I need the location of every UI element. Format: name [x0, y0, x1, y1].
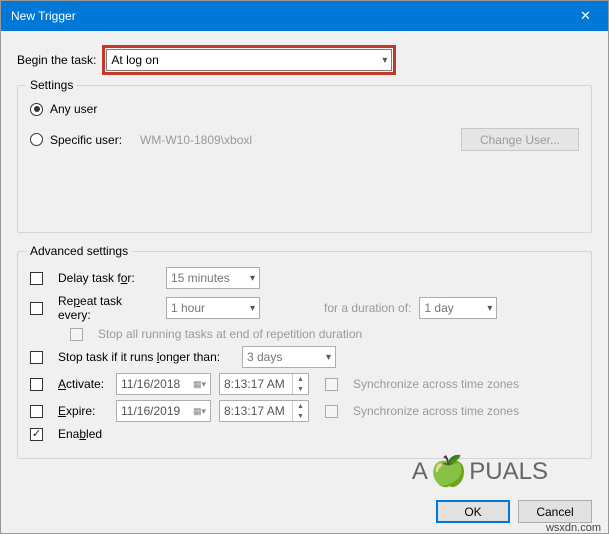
chevron-down-icon: ▾ [382, 55, 387, 66]
close-button[interactable]: ✕ [563, 1, 608, 31]
duration-label: for a duration of: [324, 301, 411, 315]
spinner-arrows[interactable]: ▲▼ [292, 374, 308, 394]
calendar-icon: ▦▾ [193, 406, 206, 417]
delay-value: 15 minutes [171, 271, 230, 285]
settings-group: Settings Any user Specific user: WM-W10-… [17, 85, 592, 233]
expire-checkbox[interactable] [30, 405, 43, 418]
expire-time: 8:13:17 AM [224, 404, 285, 418]
dialog-body: Begin the task: At log on ▾ Settings Any… [1, 31, 608, 459]
calendar-icon: ▦▾ [193, 379, 206, 390]
duration-combo: 1 day ▾ [419, 297, 497, 319]
repeat-checkbox[interactable] [30, 302, 43, 315]
cancel-button[interactable]: Cancel [518, 500, 592, 523]
begin-task-row: Begin the task: At log on ▾ [17, 45, 592, 75]
chevron-down-icon: ▾ [326, 352, 331, 363]
down-icon: ▼ [293, 411, 308, 421]
begin-task-label: Begin the task: [17, 53, 96, 67]
stop-longer-combo[interactable]: 3 days ▾ [242, 346, 336, 368]
any-user-label: Any user [50, 102, 97, 116]
stop-longer-checkbox[interactable] [30, 351, 43, 364]
delay-label: Delay task for: [58, 271, 158, 285]
expire-date: 11/16/2019 [121, 404, 180, 418]
specific-user-value: WM-W10-1809\xboxl [140, 133, 461, 147]
activate-row: Activate: 11/16/2018 ▦▾ 8:13:17 AM ▲▼ Sy… [30, 373, 579, 395]
any-user-row[interactable]: Any user [30, 102, 579, 116]
spinner-arrows[interactable]: ▲▼ [292, 401, 308, 421]
site-credit: wsxdn.com [546, 522, 601, 534]
ok-button[interactable]: OK [436, 500, 510, 523]
repeat-label: Repeat task every: [58, 294, 158, 322]
enabled-checkbox[interactable] [30, 428, 43, 441]
dialog-footer: OK Cancel [436, 500, 592, 523]
specific-user-row: Specific user: WM-W10-1809\xboxl Change … [30, 128, 579, 151]
stop-repetition-label: Stop all running tasks at end of repetit… [98, 327, 362, 341]
stop-longer-value: 3 days [247, 350, 282, 364]
expire-time-spinner[interactable]: 8:13:17 AM ▲▼ [219, 400, 309, 422]
activate-sync-checkbox [325, 378, 338, 391]
chevron-down-icon: ▾ [250, 273, 255, 284]
delay-row: Delay task for: 15 minutes ▾ [30, 267, 579, 289]
down-icon: ▼ [293, 384, 308, 394]
up-icon: ▲ [293, 374, 308, 384]
any-user-radio[interactable] [30, 103, 43, 116]
activate-date: 11/16/2018 [121, 377, 180, 391]
advanced-title: Advanced settings [26, 244, 132, 258]
stop-repetition-row: Stop all running tasks at end of repetit… [30, 327, 579, 341]
expire-sync-label: Synchronize across time zones [353, 404, 519, 418]
activate-label: Activate: [58, 377, 108, 391]
delay-combo[interactable]: 15 minutes ▾ [166, 267, 260, 289]
advanced-group: Advanced settings Delay task for: 15 min… [17, 251, 592, 459]
specific-user-label: Specific user: [50, 133, 136, 147]
dialog-window: New Trigger ✕ Begin the task: At log on … [0, 0, 609, 534]
begin-task-combo[interactable]: At log on ▾ [106, 49, 392, 71]
close-icon: ✕ [580, 8, 591, 24]
repeat-row: Repeat task every: 1 hour ▾ for a durati… [30, 294, 579, 322]
watermark-leaf-icon: 🍏 [430, 454, 467, 489]
expire-label: Expire: [58, 404, 108, 418]
activate-date-picker[interactable]: 11/16/2018 ▦▾ [116, 373, 211, 395]
activate-sync-label: Synchronize across time zones [353, 377, 519, 391]
stop-longer-row: Stop task if it runs longer than: 3 days… [30, 346, 579, 368]
up-icon: ▲ [293, 401, 308, 411]
delay-checkbox[interactable] [30, 272, 43, 285]
specific-user-radio[interactable] [30, 133, 43, 146]
activate-checkbox[interactable] [30, 378, 43, 391]
repeat-combo[interactable]: 1 hour ▾ [166, 297, 260, 319]
begin-task-value: At log on [111, 53, 158, 67]
stop-longer-label: Stop task if it runs longer than: [58, 350, 234, 364]
stop-repetition-checkbox [70, 328, 83, 341]
repeat-value: 1 hour [171, 301, 205, 315]
chevron-down-icon: ▾ [487, 303, 492, 314]
expire-row: Expire: 11/16/2019 ▦▾ 8:13:17 AM ▲▼ Sync… [30, 400, 579, 422]
watermark: A🍏PUALS [412, 454, 548, 489]
window-title: New Trigger [11, 9, 76, 23]
activate-time-spinner[interactable]: 8:13:17 AM ▲▼ [219, 373, 309, 395]
chevron-down-icon: ▾ [250, 303, 255, 314]
change-user-button: Change User... [461, 128, 579, 151]
titlebar: New Trigger ✕ [1, 1, 608, 31]
expire-date-picker[interactable]: 11/16/2019 ▦▾ [116, 400, 211, 422]
duration-value: 1 day [424, 301, 453, 315]
settings-title: Settings [26, 78, 77, 92]
activate-time: 8:13:17 AM [224, 377, 285, 391]
enabled-row: Enabled [30, 427, 579, 441]
enabled-label: Enabled [58, 427, 102, 441]
expire-sync-checkbox [325, 405, 338, 418]
begin-task-highlight: At log on ▾ [102, 45, 396, 75]
